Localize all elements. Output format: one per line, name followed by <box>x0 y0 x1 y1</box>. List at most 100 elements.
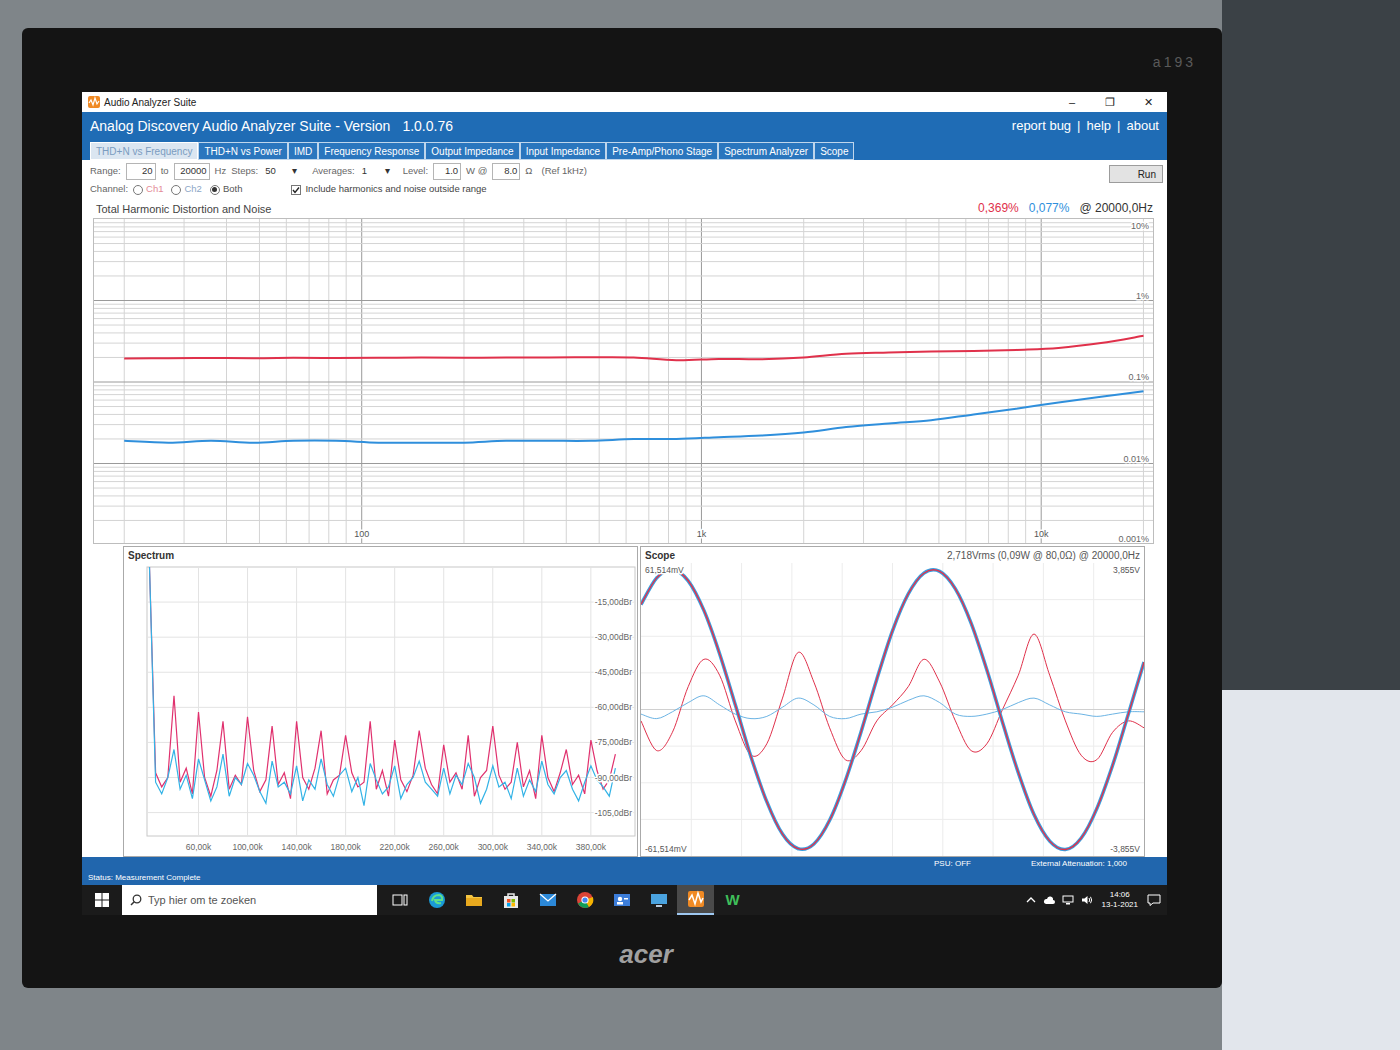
grid-line <box>641 819 1144 820</box>
range-from-field[interactable]: 20 <box>126 163 156 179</box>
axis-label: 0.1% <box>1128 372 1149 382</box>
windows-icon <box>95 893 109 907</box>
channel-option[interactable]: Ch2 <box>171 182 201 196</box>
taskbar-app[interactable] <box>492 885 529 915</box>
grid-line <box>492 567 493 836</box>
taskbar-app[interactable] <box>455 885 492 915</box>
grid-line <box>94 226 1154 227</box>
search-box[interactable] <box>122 885 377 915</box>
grid-line <box>641 709 1144 710</box>
network-icon[interactable] <box>1062 895 1074 905</box>
grid-line <box>394 567 395 836</box>
grid-line <box>94 300 1154 301</box>
level-field[interactable]: 1.0 <box>433 163 461 179</box>
tab[interactable]: Scope <box>814 142 854 160</box>
clock[interactable]: 14:06 13-1-2021 <box>1100 890 1140 910</box>
grid-line <box>345 567 346 836</box>
axis-label: 1% <box>1136 291 1149 301</box>
range-to-field[interactable]: 20000 <box>174 163 210 179</box>
w-at-label: W @ <box>466 164 487 178</box>
search-icon <box>130 894 142 906</box>
axis-label: 0.01% <box>1123 454 1149 464</box>
grid-line <box>94 394 1154 395</box>
chevron-up-icon[interactable] <box>1026 895 1036 905</box>
header-link[interactable]: help <box>1086 116 1111 136</box>
tab[interactable]: Pre-Amp/Phono Stage <box>606 142 718 160</box>
grid-line <box>147 672 635 673</box>
window-control[interactable]: – <box>1053 92 1091 112</box>
ref-label: (Ref 1kHz) <box>541 164 586 178</box>
tab[interactable]: THD+N vs Power <box>198 142 288 160</box>
paper-sheet <box>1222 690 1400 1050</box>
grid-line <box>247 567 248 836</box>
grid-line <box>94 332 1154 333</box>
steps-dropdown[interactable]: 50▾ <box>263 164 299 178</box>
channel-radio[interactable] <box>171 185 181 195</box>
spectrum-chart: -15,00dBr-30,00dBr-45,00dBr-60,00dBr-75,… <box>124 563 637 856</box>
dropdown-arrow: ▾ <box>292 164 297 178</box>
window-control[interactable]: ❐ <box>1091 92 1129 112</box>
tab[interactable]: IMD <box>288 142 318 160</box>
channel-radio[interactable] <box>210 185 220 195</box>
axis-label: 380,00k <box>576 842 607 852</box>
taskbar-app[interactable] <box>418 885 455 915</box>
grid-line <box>94 520 1154 521</box>
check-icon <box>292 186 300 194</box>
grid-line <box>94 222 1154 223</box>
channel-option[interactable]: Both <box>210 182 243 196</box>
axis-label: -105,0dBr <box>595 808 632 818</box>
load-field[interactable]: 8.0 <box>492 163 520 179</box>
search-input[interactable] <box>148 892 369 909</box>
channel-radio[interactable] <box>133 185 143 195</box>
thd-series <box>124 391 1143 443</box>
screen: Audio Analyzer Suite –❐✕ Analog Discover… <box>82 92 1167 915</box>
averages-dropdown[interactable]: 1▾ <box>360 164 392 178</box>
speaker-icon[interactable] <box>1081 895 1093 905</box>
grid-line <box>94 304 1154 305</box>
taskbar-app[interactable] <box>381 885 418 915</box>
taskbar: W 14:06 13-1-2021 <box>82 885 1167 915</box>
axis-label: 260,00k <box>429 842 460 852</box>
run-button[interactable]: Run <box>1109 165 1163 183</box>
include-option[interactable]: Include harmonics and noise outside rang… <box>291 182 486 196</box>
mail-icon <box>538 890 558 910</box>
taskbar-app[interactable] <box>677 885 714 915</box>
axis-label: 3,855V <box>1113 565 1140 575</box>
include-checkbox[interactable] <box>291 185 301 195</box>
axis-label: -30,00dBr <box>595 632 632 642</box>
taskbar-app[interactable] <box>603 885 640 915</box>
scope-residual <box>641 634 1144 762</box>
grid-line <box>94 313 1154 314</box>
grid-line <box>94 414 1154 415</box>
analyzer-icon <box>686 889 706 909</box>
grid-line <box>94 389 1154 390</box>
taskbar-app[interactable] <box>529 885 566 915</box>
averages-label: Averages: <box>312 164 355 178</box>
psu-status: PSU: OFF <box>934 858 971 870</box>
header-link[interactable]: report bug <box>1012 116 1071 136</box>
cloud-icon[interactable] <box>1043 895 1055 905</box>
start-button[interactable] <box>82 885 122 915</box>
grid-line <box>94 467 1154 468</box>
taskbar-app[interactable] <box>640 885 677 915</box>
channel-option[interactable]: Ch1 <box>133 182 163 196</box>
app-icon <box>88 96 100 108</box>
tab[interactable]: Frequency Response <box>318 142 425 160</box>
taskbar-app[interactable]: W <box>714 885 751 915</box>
grid-line <box>94 385 1154 386</box>
taskbar-app[interactable] <box>566 885 603 915</box>
header-link[interactable]: about <box>1126 116 1159 136</box>
grid-line <box>94 243 1154 244</box>
window-control[interactable]: ✕ <box>1129 92 1167 112</box>
grid-line <box>147 812 635 813</box>
spectrum-series <box>150 567 616 799</box>
grid-line <box>94 237 1154 238</box>
thd-chart: 10%1%0.1%0.01%0.001%1001k10k <box>93 218 1154 544</box>
notification-icon[interactable] <box>1147 894 1161 906</box>
tab[interactable]: THD+N vs Frequency <box>90 142 198 160</box>
tab[interactable]: Spectrum Analyzer <box>718 142 814 160</box>
tab[interactable]: Output Impedance <box>425 142 519 160</box>
curtain <box>1222 0 1400 690</box>
scope-panel: Scope 2,718Vrms (0,09W @ 80,0Ω) @ 20000,… <box>640 546 1145 857</box>
tab[interactable]: Input Impedance <box>520 142 607 160</box>
